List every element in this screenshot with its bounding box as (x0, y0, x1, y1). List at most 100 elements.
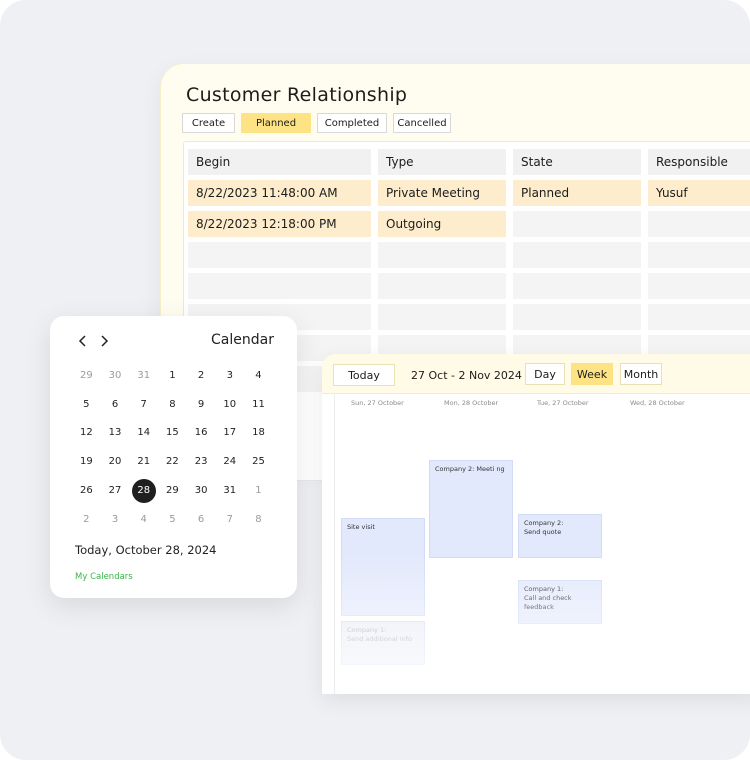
calendar-day[interactable]: 7 (215, 505, 244, 534)
calendar-day[interactable]: 24 (215, 447, 244, 476)
calendar-day[interactable]: 26 (72, 476, 101, 505)
calendar-day-number: 6 (111, 398, 119, 410)
calendar-day[interactable]: 17 (215, 419, 244, 448)
calendar-day[interactable]: 16 (187, 419, 216, 448)
calendar-day[interactable]: 7 (129, 390, 158, 419)
calendar-event[interactable]: Company 2: Meeti ng (429, 460, 513, 558)
calendar-event[interactable]: Site visit (341, 518, 425, 616)
calendar-day[interactable]: 5 (158, 505, 187, 534)
chevron-right-icon[interactable] (97, 334, 111, 348)
column-header-responsible[interactable]: Responsible (648, 149, 750, 175)
empty-cell (513, 242, 641, 268)
calendar-day-number: 28 (131, 478, 156, 503)
calendar-day[interactable]: 31 (215, 476, 244, 505)
calendar-day-number: 1 (169, 369, 176, 381)
calendar-day[interactable]: 22 (158, 447, 187, 476)
calendar-day[interactable]: 21 (129, 447, 158, 476)
calendar-day[interactable]: 20 (101, 447, 130, 476)
filter-planned-button[interactable]: Planned (241, 113, 311, 133)
calendar-day-number: 2 (197, 369, 205, 381)
calendar-day[interactable]: 30 (101, 361, 130, 390)
calendar-event[interactable]: Company 1: Call and check feedback (518, 580, 602, 624)
calendar-day[interactable]: 4 (129, 505, 158, 534)
calendar-day-number: 10 (223, 398, 237, 410)
day-header: Sun, 27 October (351, 399, 404, 407)
column-header-state[interactable]: State (513, 149, 641, 175)
calendar-day-number: 19 (79, 456, 93, 468)
calendar-day[interactable]: 29 (158, 476, 187, 505)
calendar-day-number: 23 (194, 456, 208, 468)
column-header-type[interactable]: Type (378, 149, 506, 175)
calendar-day[interactable]: 14 (129, 419, 158, 448)
calendar-day-number: 1 (255, 485, 262, 497)
chevron-left-icon[interactable] (76, 334, 90, 348)
calendar-day[interactable]: 3 (101, 505, 130, 534)
calendar-day-selected[interactable]: 28 (129, 476, 158, 505)
calendar-day[interactable]: 29 (72, 361, 101, 390)
calendar-day[interactable]: 27 (101, 476, 130, 505)
filter-cancelled-button[interactable]: Cancelled (393, 113, 451, 133)
month-calendar-card: Calendar 29 30 31 1 2 3 4 5 6 7 8 9 10 11 12 13 14 15 16 17… (50, 316, 297, 598)
calendar-day-number: 7 (140, 398, 147, 410)
empty-cell (513, 273, 641, 299)
cell-state (513, 211, 641, 237)
calendar-day-number: 4 (255, 369, 262, 381)
cell-begin: 8/22/2023 12:18:00 PM (188, 211, 371, 237)
calendar-day[interactable]: 6 (187, 505, 216, 534)
calendar-day[interactable]: 25 (244, 447, 273, 476)
calendar-day[interactable]: 2 (187, 361, 216, 390)
calendar-day[interactable]: 30 (187, 476, 216, 505)
calendar-event[interactable]: Company 2: Send quote (518, 514, 602, 558)
calendar-day-number: 14 (137, 427, 151, 439)
calendar-day[interactable]: 2 (72, 505, 101, 534)
calendar-day[interactable]: 23 (187, 447, 216, 476)
calendar-title: Calendar (211, 332, 274, 348)
crm-filter-bar: Create Planned Completed Cancelled (182, 113, 457, 133)
table-row[interactable]: 8/22/2023 11:48:00 AM Private Meeting Pl… (188, 180, 750, 206)
calendar-day[interactable]: 8 (244, 505, 273, 534)
calendar-day[interactable]: 13 (101, 419, 130, 448)
calendar-day-number: 30 (194, 485, 208, 497)
calendar-day-number: 13 (108, 427, 122, 439)
calendar-day[interactable]: 10 (215, 390, 244, 419)
calendar-day[interactable]: 1 (158, 361, 187, 390)
calendar-day-number: 31 (223, 485, 237, 497)
calendar-day-number: 8 (169, 398, 176, 410)
crm-title: Customer Relationship (186, 84, 408, 106)
calendar-day[interactable]: 11 (244, 390, 273, 419)
cell-responsible: Yusuf (648, 180, 750, 206)
empty-cell (378, 304, 506, 330)
calendar-day[interactable]: 18 (244, 419, 273, 448)
filter-completed-button[interactable]: Completed (317, 113, 387, 133)
calendar-day-number: 26 (79, 485, 93, 497)
table-row[interactable]: 8/22/2023 12:18:00 PM Outgoing (188, 211, 750, 237)
calendar-day[interactable]: 5 (72, 390, 101, 419)
cell-begin: 8/22/2023 11:48:00 AM (188, 180, 371, 206)
calendar-day[interactable]: 3 (215, 361, 244, 390)
empty-cell (378, 273, 506, 299)
calendar-day-number: 5 (169, 513, 176, 525)
calendar-event[interactable]: Company 1: Send additional info (341, 621, 425, 665)
calendar-day-number: 20 (108, 456, 122, 468)
calendar-day[interactable]: 1 (244, 476, 273, 505)
view-week-button[interactable]: Week (571, 363, 613, 385)
view-month-button[interactable]: Month (620, 363, 662, 385)
view-day-button[interactable]: Day (525, 363, 565, 385)
calendar-day-number: 5 (83, 398, 90, 410)
calendar-day[interactable]: 6 (101, 390, 130, 419)
calendar-day[interactable]: 8 (158, 390, 187, 419)
column-header-begin[interactable]: Begin (188, 149, 371, 175)
calendar-day[interactable]: 12 (72, 419, 101, 448)
calendar-day[interactable]: 19 (72, 447, 101, 476)
calendar-days-grid: 29 30 31 1 2 3 4 5 6 7 8 9 10 11 12 13 14 15 16 17 18 19 20 21 2… (72, 361, 282, 534)
today-button[interactable]: Today (333, 364, 395, 386)
calendar-day-number: 16 (194, 427, 208, 439)
calendar-day[interactable]: 15 (158, 419, 187, 448)
calendar-day[interactable]: 31 (129, 361, 158, 390)
filter-create-button[interactable]: Create (182, 113, 235, 133)
calendar-day[interactable]: 4 (244, 361, 273, 390)
calendar-day[interactable]: 9 (187, 390, 216, 419)
calendar-day-number: 4 (140, 513, 147, 525)
day-header: Tue, 27 October (537, 399, 589, 407)
my-calendars-link[interactable]: My Calendars (75, 572, 133, 582)
